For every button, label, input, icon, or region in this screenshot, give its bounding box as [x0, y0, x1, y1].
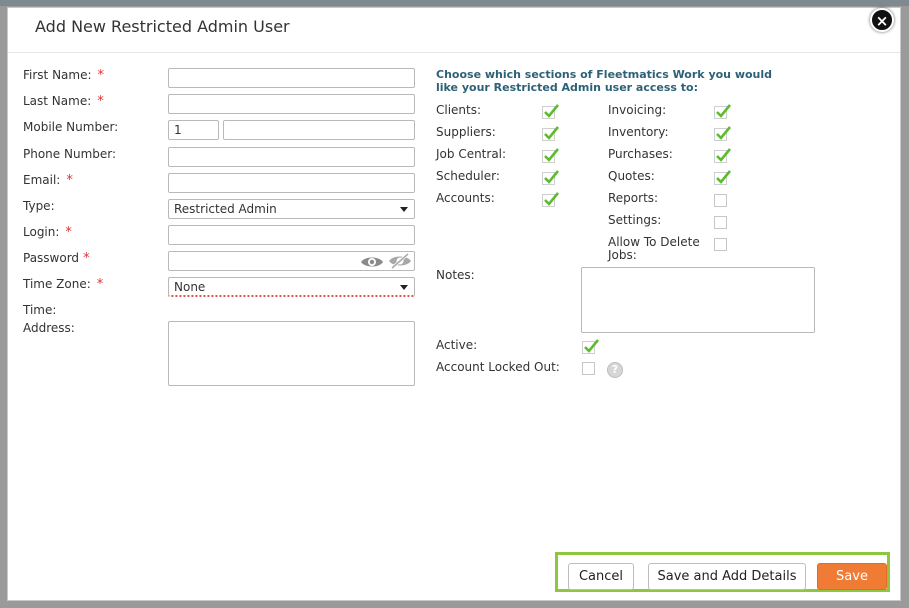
access-settings-checkbox[interactable]: [714, 216, 727, 229]
access-quotes-checkbox[interactable]: [714, 170, 731, 185]
chevron-down-icon: [400, 285, 408, 290]
time-zone-label: Time Zone: *: [23, 277, 104, 292]
first-name-label: First Name: *: [23, 68, 105, 83]
checkmark-icon: [716, 104, 731, 118]
active-checkbox[interactable]: [582, 339, 599, 354]
access-scheduler-checkbox[interactable]: [542, 170, 559, 185]
checkmark-icon: [584, 339, 599, 353]
help-icon[interactable]: ?: [607, 362, 623, 378]
cancel-button[interactable]: Cancel: [568, 563, 634, 590]
title-divider: [8, 52, 900, 53]
address-textarea[interactable]: [168, 321, 415, 386]
notes-textarea[interactable]: [581, 267, 815, 333]
access-invoicing-label: Invoicing:: [608, 103, 667, 117]
last-name-input[interactable]: [168, 94, 415, 114]
access-settings-label: Settings:: [608, 213, 662, 227]
access-suppliers-checkbox[interactable]: [542, 126, 559, 141]
time-zone-select[interactable]: None: [168, 277, 415, 297]
access-inventory-checkbox[interactable]: [714, 126, 731, 141]
phone-number-label: Phone Number:: [23, 147, 117, 161]
phone-number-input[interactable]: [168, 147, 415, 167]
access-allow-to-delete-jobs-label: Allow To Delete Jobs:: [608, 235, 700, 262]
add-user-modal: Add New Restricted Admin User × First Na…: [7, 7, 901, 601]
modal-title: Add New Restricted Admin User: [35, 17, 290, 36]
access-accounts-label: Accounts:: [436, 191, 495, 205]
notes-label: Notes:: [436, 268, 475, 282]
mobile-number-input[interactable]: [223, 120, 415, 140]
login-label: Login: *: [23, 225, 72, 240]
show-password-icon[interactable]: [360, 255, 384, 269]
access-job-central-label: Job Central:: [436, 147, 507, 161]
access-suppliers-label: Suppliers:: [436, 125, 496, 139]
checkmark-icon: [544, 126, 559, 140]
checkmark-icon: [544, 104, 559, 118]
login-input[interactable]: [168, 225, 415, 245]
access-allow-to-delete-jobs-checkbox[interactable]: [714, 238, 727, 251]
mobile-country-code-input[interactable]: 1: [168, 120, 219, 140]
password-input[interactable]: [168, 251, 415, 271]
footer-button-group: Cancel Save and Add Details Save: [555, 552, 890, 592]
access-section-heading: Choose which sections of Fleetmatics Wor…: [436, 68, 773, 94]
first-name-input[interactable]: [168, 68, 415, 88]
access-purchases-checkbox[interactable]: [714, 148, 731, 163]
access-clients-label: Clients:: [436, 103, 482, 117]
save-and-add-details-button[interactable]: Save and Add Details: [648, 563, 806, 590]
access-reports-label: Reports:: [608, 191, 659, 205]
last-name-label: Last Name: *: [23, 94, 104, 109]
account-locked-checkbox[interactable]: [582, 362, 595, 375]
access-quotes-label: Quotes:: [608, 169, 655, 183]
checkmark-icon: [716, 170, 731, 184]
close-icon[interactable]: ×: [870, 8, 894, 32]
access-invoicing-checkbox[interactable]: [714, 104, 731, 119]
time-label: Time:: [23, 303, 57, 317]
hide-password-icon[interactable]: [388, 253, 412, 269]
time-zone-selected-value: None: [174, 280, 206, 294]
checkmark-icon: [716, 126, 731, 140]
access-job-central-checkbox[interactable]: [542, 148, 559, 163]
account-locked-label: Account Locked Out:: [436, 360, 560, 374]
email-label: Email: *: [23, 173, 73, 188]
address-label: Address:: [23, 321, 75, 335]
save-button[interactable]: Save: [817, 563, 887, 590]
type-label: Type:: [23, 199, 55, 213]
password-label: Password *: [23, 251, 90, 266]
access-accounts-checkbox[interactable]: [542, 192, 559, 207]
type-selected-value: Restricted Admin: [174, 202, 277, 216]
background-header-strip: [0, 0, 909, 6]
access-inventory-label: Inventory:: [608, 125, 669, 139]
active-label: Active:: [436, 338, 478, 352]
access-reports-checkbox[interactable]: [714, 194, 727, 207]
checkmark-icon: [716, 148, 731, 162]
access-purchases-label: Purchases:: [608, 147, 673, 161]
checkmark-icon: [544, 192, 559, 206]
access-clients-checkbox[interactable]: [542, 104, 559, 119]
access-scheduler-label: Scheduler:: [436, 169, 500, 183]
checkmark-icon: [544, 170, 559, 184]
checkmark-icon: [544, 148, 559, 162]
mobile-number-label: Mobile Number:: [23, 120, 119, 134]
type-select[interactable]: Restricted Admin: [168, 199, 415, 219]
chevron-down-icon: [400, 207, 408, 212]
email-input[interactable]: [168, 173, 415, 193]
